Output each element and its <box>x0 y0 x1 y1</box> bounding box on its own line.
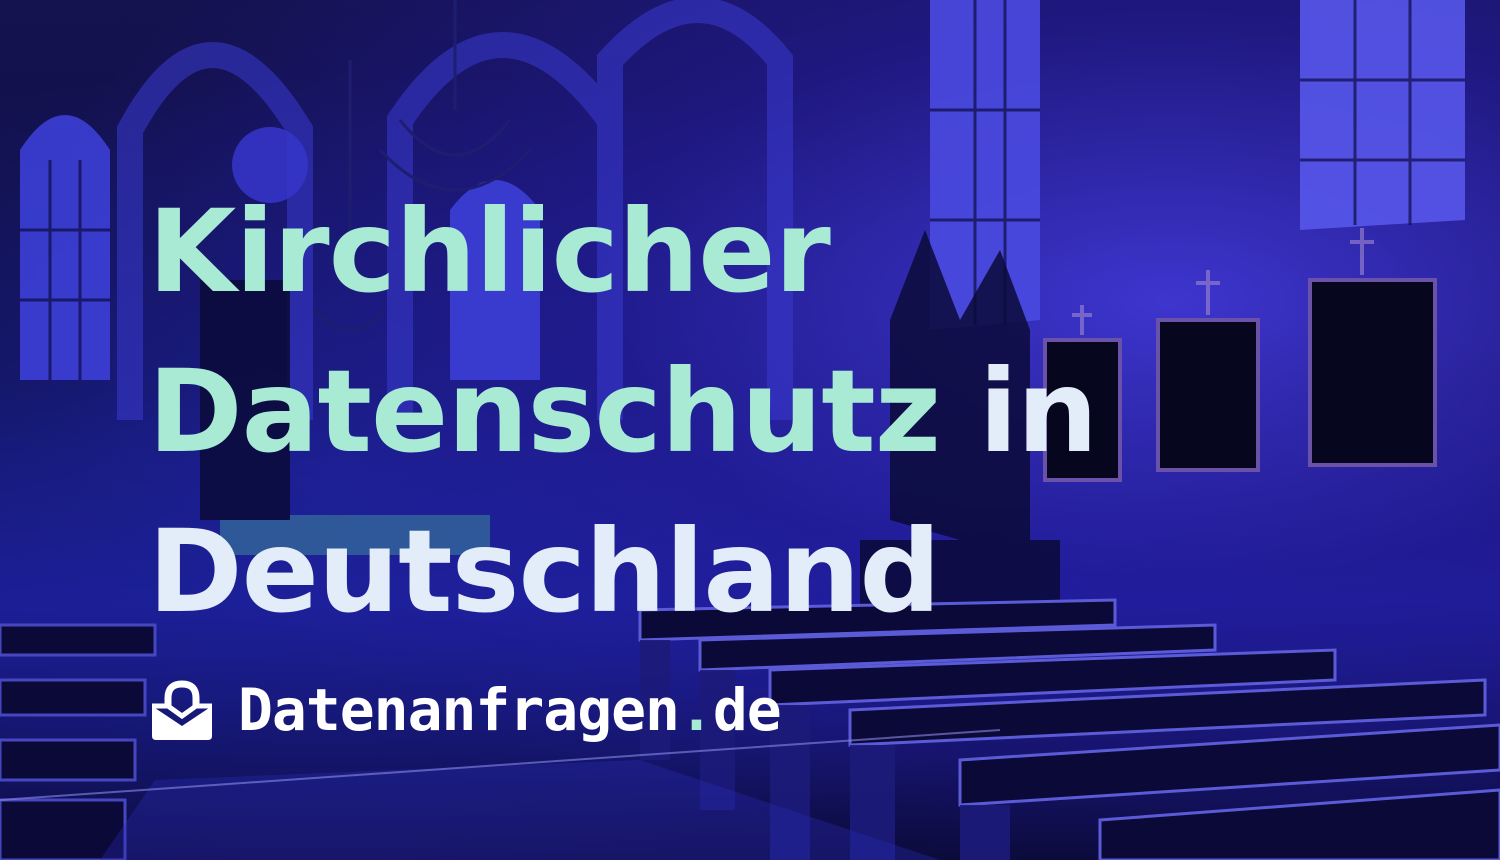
title-line-2-accent: Datenschutz <box>148 345 941 478</box>
brand-logo: Datenanfragen.de <box>148 676 782 744</box>
title-line-2: Datenschutz in <box>148 332 1098 492</box>
page-title: Kirchlicher Datenschutz in Deutschland <box>148 172 1098 652</box>
brand-name-main: Datenanfragen <box>238 676 680 744</box>
brand-name: Datenanfragen.de <box>238 676 782 744</box>
banner: Kirchlicher Datenschutz in Deutschland D… <box>0 0 1500 860</box>
stations-of-the-cross <box>1043 278 1437 482</box>
title-line-1: Kirchlicher <box>148 185 831 318</box>
brand-dot: . <box>678 676 714 744</box>
title-line-3: Deutschland <box>148 505 941 638</box>
title-line-2-light: in <box>940 345 1098 478</box>
brand-tld: de <box>712 676 782 744</box>
lock-mail-icon <box>152 680 212 740</box>
